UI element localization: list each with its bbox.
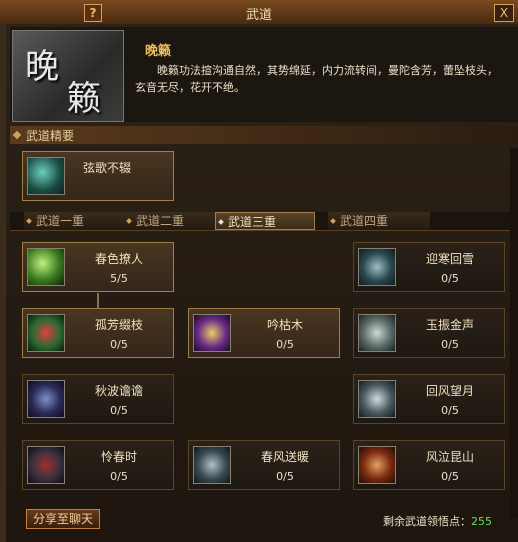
essence-card[interactable]: 弦歌不辍 bbox=[22, 151, 174, 201]
skill-card-progress: 5/5 bbox=[110, 272, 128, 285]
diamond-icon bbox=[26, 218, 32, 224]
skill-card-name: 孤芳缀枝 bbox=[94, 318, 143, 332]
wind-stroke-icon bbox=[193, 446, 231, 484]
skill-description: 晚籁功法揎沟通自然，其势绵延，内力流转间，曼陀含芳，蕾坠枝头，玄音无尽，花开不绝… bbox=[135, 64, 498, 94]
close-button[interactable]: X bbox=[494, 4, 514, 22]
diamond-icon bbox=[218, 219, 224, 225]
diamond-icon bbox=[126, 218, 132, 224]
red-flower-icon bbox=[27, 314, 65, 352]
blue-swirl-icon bbox=[358, 248, 396, 286]
purple-spark-icon bbox=[193, 314, 231, 352]
skill-card[interactable]: 春色撩人 5/5 bbox=[22, 242, 174, 292]
skill-card-name: 玉振金声 bbox=[425, 318, 474, 332]
skill-card-progress: 0/5 bbox=[441, 470, 459, 483]
skill-card[interactable]: 吟枯木 0/5 bbox=[188, 308, 340, 358]
skill-card-name: 春色撩人 bbox=[94, 252, 143, 266]
red-blossom-icon bbox=[27, 446, 65, 484]
skill-card-progress: 0/5 bbox=[276, 470, 294, 483]
points-label: 剩余武道领悟点： bbox=[383, 515, 471, 528]
points-value: 255 bbox=[471, 515, 492, 528]
skill-link-line bbox=[97, 293, 99, 308]
section-bar: 武道精要 bbox=[10, 126, 518, 144]
section-title: 武道精要 bbox=[26, 129, 75, 143]
skill-card-name: 风泣昆山 bbox=[425, 450, 474, 464]
skill-card-progress: 0/5 bbox=[441, 338, 459, 351]
skill-card-name: 春风送暖 bbox=[260, 450, 309, 464]
essence-name: 弦歌不辍 bbox=[83, 161, 132, 175]
skill-card-name: 吟枯木 bbox=[266, 318, 303, 332]
skill-card[interactable]: 迎寒回雪 0/5 bbox=[353, 242, 505, 292]
fire-vortex-icon bbox=[358, 446, 396, 484]
tab-tier-1[interactable]: 武道一重 bbox=[24, 212, 124, 230]
green-crescent-icon bbox=[27, 248, 65, 286]
share-to-chat-button[interactable]: 分享至聊天 bbox=[26, 509, 100, 529]
tab-tier-3[interactable]: 武道三重 bbox=[215, 212, 315, 230]
skill-card-name: 秋波谵谵 bbox=[94, 384, 143, 398]
blue-wave-icon bbox=[27, 380, 65, 418]
skill-card-name: 回风望月 bbox=[425, 384, 474, 398]
skill-card[interactable]: 怜春时 0/5 bbox=[22, 440, 174, 490]
white-burst-icon bbox=[358, 314, 396, 352]
skill-card[interactable]: 春风送暖 0/5 bbox=[188, 440, 340, 490]
skill-card[interactable]: 玉振金声 0/5 bbox=[353, 308, 505, 358]
tab-label: 武道二重 bbox=[136, 214, 185, 228]
logo-char-1: 晚 bbox=[25, 47, 59, 87]
skill-card[interactable]: 回风望月 0/5 bbox=[353, 374, 505, 424]
skill-card-progress: 0/5 bbox=[441, 404, 459, 417]
tab-tier-4[interactable]: 武道四重 bbox=[328, 212, 430, 230]
skill-card-name: 迎寒回雪 bbox=[425, 252, 474, 266]
skill-card[interactable]: 秋波谵谵 0/5 bbox=[22, 374, 174, 424]
diamond-icon bbox=[12, 130, 22, 140]
jade-swirl-icon bbox=[27, 157, 65, 195]
logo-char-2: 籁 bbox=[67, 79, 101, 119]
tab-label: 武道四重 bbox=[340, 214, 389, 228]
window-title: 武道 bbox=[245, 8, 272, 23]
skill-card-progress: 0/5 bbox=[110, 470, 128, 483]
skill-card-progress: 0/5 bbox=[276, 338, 294, 351]
tab-label: 武道一重 bbox=[36, 214, 85, 228]
moon-wind-icon bbox=[358, 380, 396, 418]
title-bar: ? 武道 X bbox=[0, 0, 518, 25]
skill-card[interactable]: 孤芳缀枝 0/5 bbox=[22, 308, 174, 358]
tab-label: 武道三重 bbox=[228, 215, 277, 229]
skill-card-name: 怜春时 bbox=[100, 450, 137, 464]
tab-bar: 武道一重 武道二重 武道三重 武道四重 bbox=[10, 212, 518, 231]
skill-card-progress: 0/5 bbox=[441, 272, 459, 285]
skill-logo: 晚 籁 bbox=[12, 30, 124, 122]
skill-card-progress: 0/5 bbox=[110, 404, 128, 417]
skill-name: 晚籁 bbox=[145, 44, 172, 59]
skill-card[interactable]: 风泣昆山 0/5 bbox=[353, 440, 505, 490]
remaining-points: 剩余武道领悟点：255 bbox=[383, 513, 492, 529]
tab-tier-2[interactable]: 武道二重 bbox=[124, 212, 224, 230]
diamond-icon bbox=[330, 218, 336, 224]
scrollbar[interactable] bbox=[510, 148, 518, 518]
skill-card-progress: 0/5 bbox=[110, 338, 128, 351]
